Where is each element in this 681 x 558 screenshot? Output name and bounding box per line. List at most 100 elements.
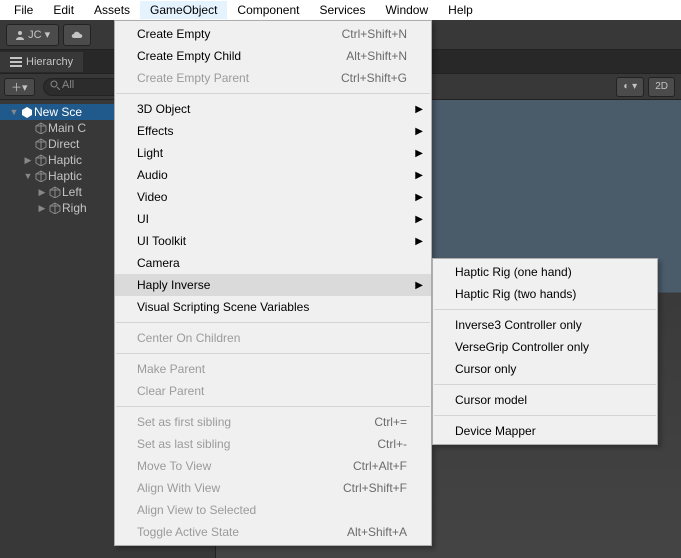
- menu-item-label: Align With View: [137, 481, 220, 495]
- submenu-item[interactable]: Device Mapper: [433, 420, 657, 442]
- cube-icon: [48, 202, 62, 214]
- submenu-item[interactable]: Inverse3 Controller only: [433, 314, 657, 336]
- menu-item-label: Video: [137, 190, 167, 204]
- submenu-item[interactable]: Haptic Rig (one hand): [433, 261, 657, 283]
- hierarchy-row-label: Haptic: [48, 169, 82, 183]
- cube-icon: [34, 138, 48, 150]
- hierarchy-row-label: New Sce: [34, 105, 82, 119]
- hierarchy-row-label: Left: [62, 185, 82, 199]
- submenu-item[interactable]: Cursor model: [433, 389, 657, 411]
- separator: [434, 384, 656, 385]
- menu-item-label: Set as first sibling: [137, 415, 231, 429]
- menu-shortcut: Ctrl+=: [374, 415, 407, 429]
- menu-item[interactable]: 3D Object▶: [115, 98, 431, 120]
- separator: [434, 415, 656, 416]
- account-label: JC: [28, 29, 41, 41]
- menu-item-label: UI: [137, 212, 149, 226]
- menu-shortcut: Alt+Shift+N: [346, 49, 407, 63]
- separator: [434, 309, 656, 310]
- menu-item[interactable]: Video ▶: [115, 186, 431, 208]
- menu-item: Align View to Selected: [115, 499, 431, 521]
- user-icon: [15, 30, 25, 40]
- separator: [116, 93, 430, 94]
- menu-item-label: Audio: [137, 168, 168, 182]
- menu-item-label: Create Empty Parent: [137, 71, 249, 85]
- submenu-arrow-icon: ▶: [415, 214, 423, 225]
- expand-icon: ▶: [22, 155, 34, 166]
- submenu-arrow-icon: ▶: [415, 170, 423, 181]
- separator: [116, 406, 430, 407]
- submenu-item-label: Cursor only: [455, 362, 516, 376]
- menu-item: Set as first sibling Ctrl+=: [115, 411, 431, 433]
- submenu-item-label: Cursor model: [455, 393, 527, 407]
- menu-item-label: Visual Scripting Scene Variables: [137, 300, 309, 314]
- gameobject-dropdown: Create Empty Ctrl+Shift+N Create Empty Chi…: [114, 20, 432, 546]
- menu-item: Toggle Active StateAlt+Shift+A: [115, 521, 431, 543]
- menu-item-label: Toggle Active State: [137, 525, 239, 539]
- menu-shortcut: Ctrl+Shift+N: [342, 27, 407, 41]
- menu-item[interactable]: UI ▶: [115, 208, 431, 230]
- hierarchy-tab[interactable]: Hierarchy: [0, 52, 83, 72]
- separator: [116, 353, 430, 354]
- menu-item[interactable]: Effects ▶: [115, 120, 431, 142]
- separator: [116, 322, 430, 323]
- menu-item-label: Make Parent: [137, 362, 205, 376]
- menu-item-label: Effects: [137, 124, 173, 138]
- menu-item-label: 3D Object: [137, 102, 190, 116]
- submenu-arrow-icon: ▶: [415, 192, 423, 203]
- menu-item-label: Light: [137, 146, 163, 160]
- haply-inverse-submenu: Haptic Rig (one hand) Haptic Rig (two han…: [432, 258, 658, 445]
- menu-item[interactable]: Visual Scripting Scene Variables: [115, 296, 431, 318]
- menu-shortcut: Ctrl+Alt+F: [353, 459, 407, 473]
- menu-item[interactable]: Haply Inverse ▶: [115, 274, 431, 296]
- submenu-arrow-icon: ▶: [415, 126, 423, 137]
- cube-icon: [48, 186, 62, 198]
- menu-item[interactable]: Light▶: [115, 142, 431, 164]
- menu-item[interactable]: Create Empty Ctrl+Shift+N: [115, 23, 431, 45]
- menu-component[interactable]: Component: [227, 1, 309, 19]
- menu-item-label: Haply Inverse: [137, 278, 210, 292]
- submenu-arrow-icon: ▶: [415, 236, 423, 247]
- cloud-icon: [70, 30, 84, 40]
- cube-icon: [34, 170, 48, 182]
- submenu-item-label: Haptic Rig (one hand): [455, 265, 572, 279]
- hierarchy-row-label: Direct: [48, 137, 79, 151]
- menu-item[interactable]: Audio ▶: [115, 164, 431, 186]
- hierarchy-tab-label: Hierarchy: [26, 56, 73, 68]
- hierarchy-row-label: Main C: [48, 121, 86, 135]
- menu-gameobject[interactable]: GameObject: [140, 1, 227, 19]
- menu-assets[interactable]: Assets: [84, 1, 140, 19]
- search-icon: [50, 80, 60, 90]
- menu-shortcut: Ctrl+-: [377, 437, 407, 451]
- add-button[interactable]: ＋▾: [4, 78, 35, 96]
- expand-icon: ▼: [8, 107, 20, 117]
- hierarchy-row-label: Haptic: [48, 153, 82, 167]
- submenu-item-label: Inverse3 Controller only: [455, 318, 582, 332]
- menu-item: Set as last siblingCtrl+-: [115, 433, 431, 455]
- menu-item[interactable]: UI Toolkit ▶: [115, 230, 431, 252]
- menu-window[interactable]: Window: [375, 1, 438, 19]
- menu-item: Clear Parent: [115, 380, 431, 402]
- menu-item: Move To ViewCtrl+Alt+F: [115, 455, 431, 477]
- account-button[interactable]: JC ▾: [6, 24, 59, 46]
- hierarchy-row-label: Righ: [62, 201, 87, 215]
- menu-file[interactable]: File: [4, 1, 43, 19]
- menu-edit[interactable]: Edit: [43, 1, 84, 19]
- btn-2d[interactable]: 2D: [648, 77, 675, 97]
- shading-dropdown[interactable]: ◐ ▾: [616, 77, 644, 97]
- cube-icon: [34, 122, 48, 134]
- submenu-item[interactable]: VerseGrip Controller only: [433, 336, 657, 358]
- menu-item[interactable]: Camera: [115, 252, 431, 274]
- submenu-item-label: Haptic Rig (two hands): [455, 287, 576, 301]
- menu-item-label: UI Toolkit: [137, 234, 186, 248]
- menu-shortcut: Ctrl+Shift+G: [341, 71, 407, 85]
- search-placeholder: All: [62, 79, 74, 91]
- submenu-arrow-icon: ▶: [415, 280, 423, 291]
- cloud-button[interactable]: [63, 24, 91, 46]
- menu-item-label: Create Empty: [137, 27, 210, 41]
- submenu-item[interactable]: Haptic Rig (two hands): [433, 283, 657, 305]
- menu-help[interactable]: Help: [438, 1, 483, 19]
- menu-services[interactable]: Services: [309, 1, 375, 19]
- submenu-item[interactable]: Cursor only: [433, 358, 657, 380]
- menu-item[interactable]: Create Empty ChildAlt+Shift+N: [115, 45, 431, 67]
